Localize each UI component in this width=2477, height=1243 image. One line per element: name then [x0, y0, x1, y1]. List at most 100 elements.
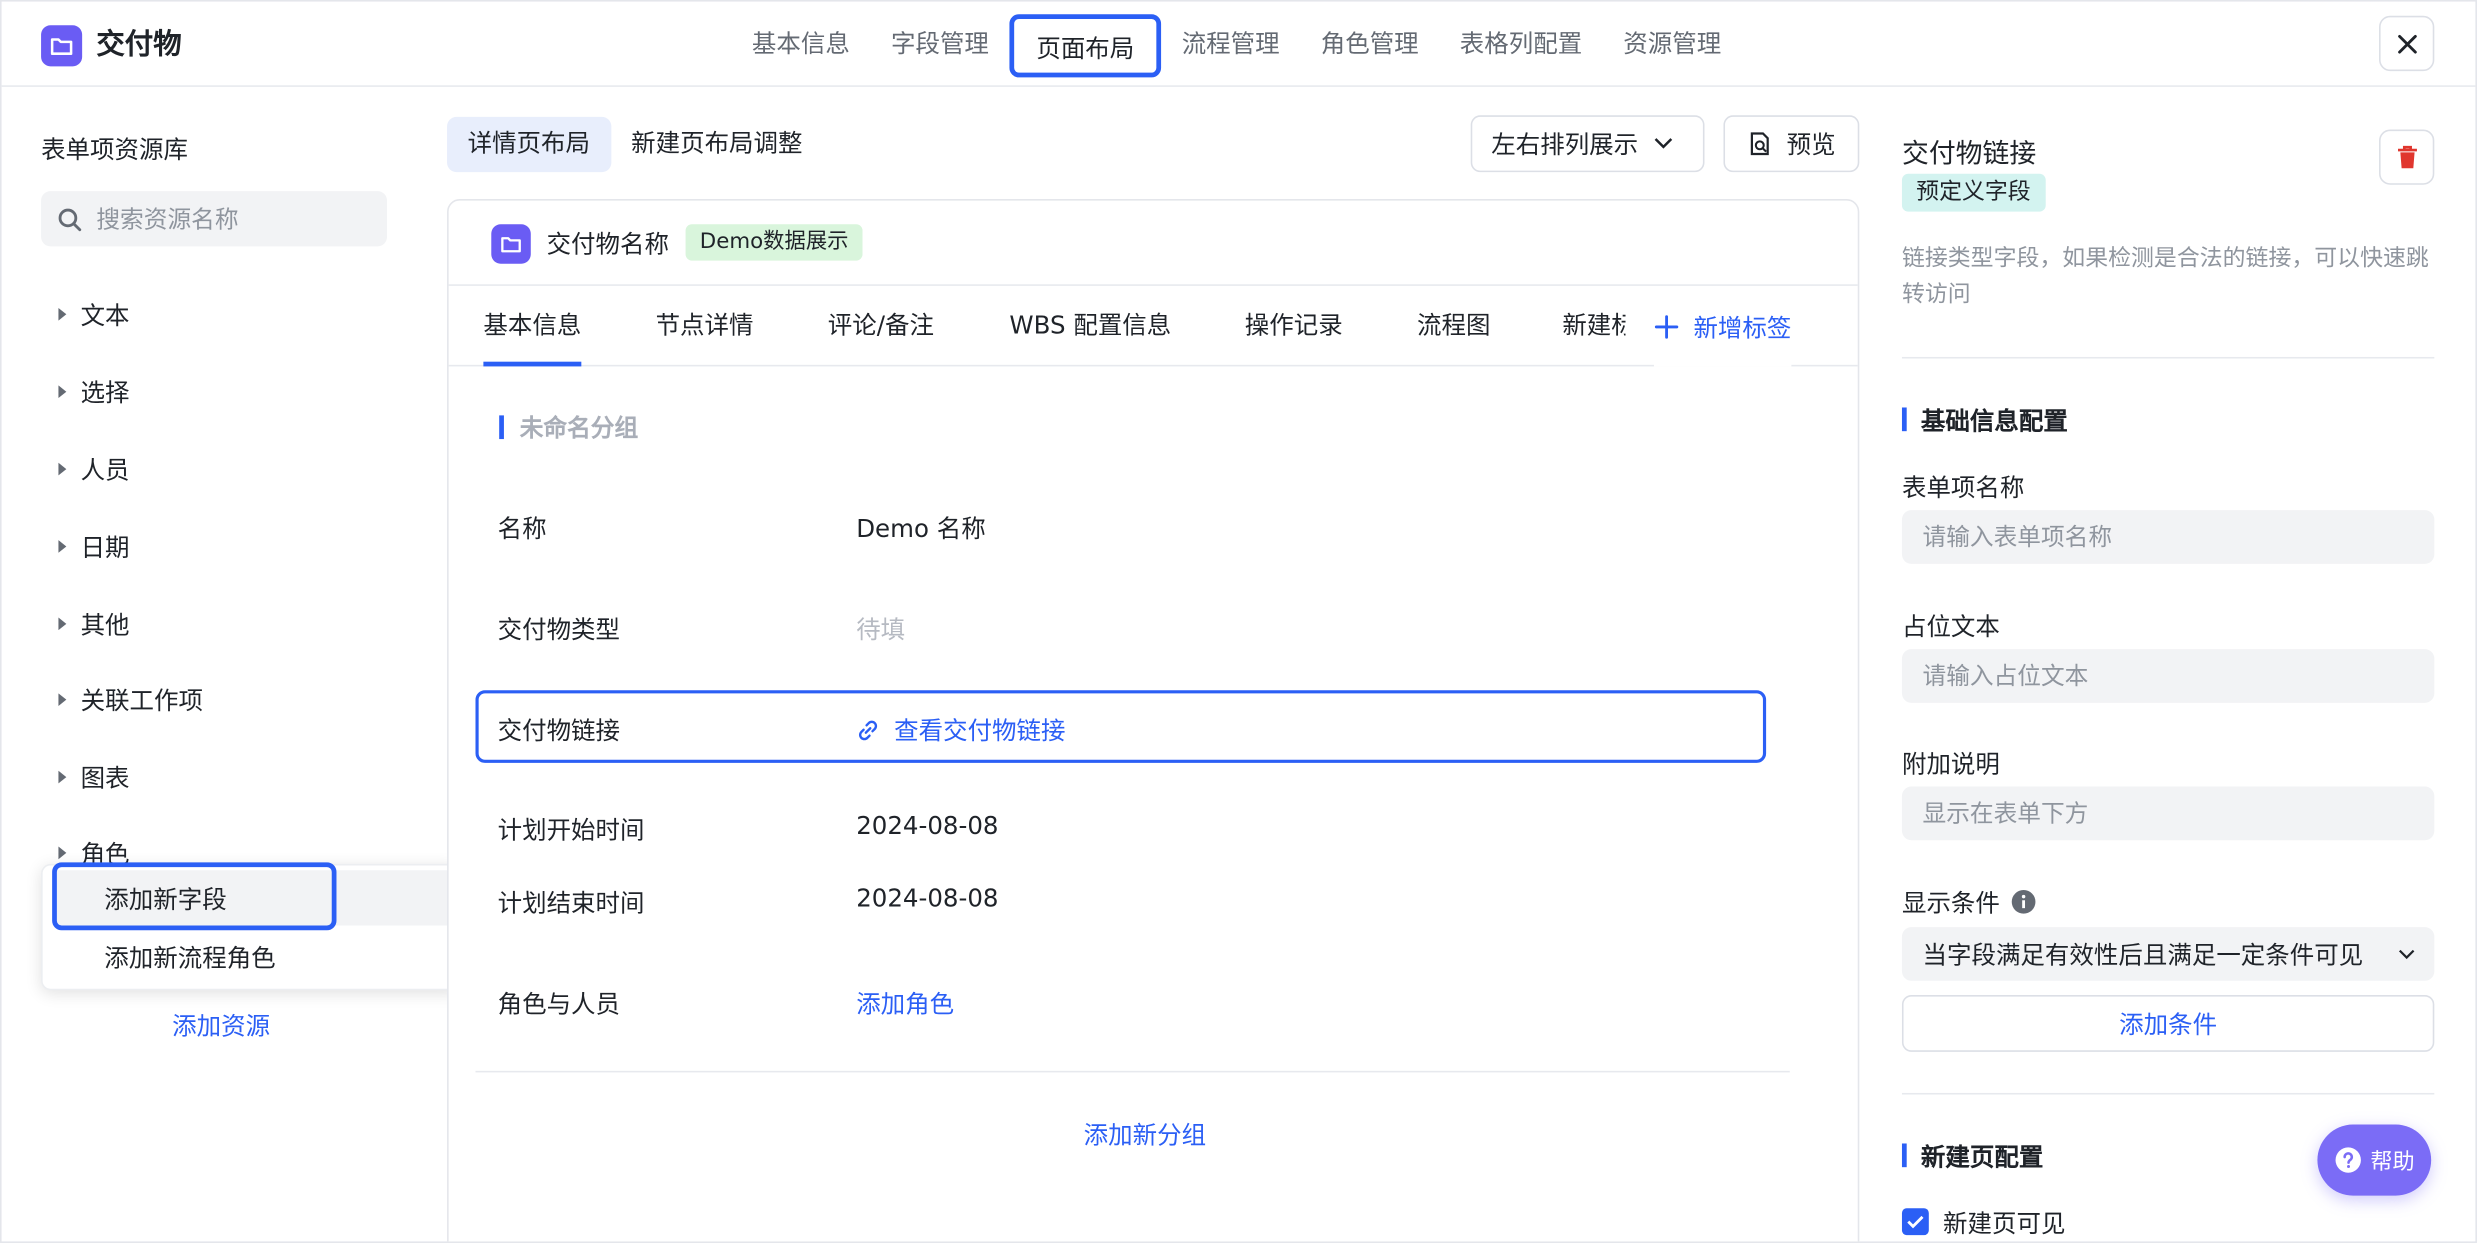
category-other[interactable]: 其他 — [58, 605, 130, 643]
new-page-visible-label: 新建页可见 — [1943, 1209, 2066, 1239]
field-label: 角色与人员 — [497, 990, 621, 1019]
field-label: 名称 — [497, 514, 547, 544]
form-item-name-label: 表单项名称 — [1901, 473, 2025, 503]
add-resource-link[interactable]: 添加资源 — [172, 1008, 270, 1043]
tab-detail-layout[interactable]: 详情页布局 — [447, 116, 611, 173]
tab-page-layout[interactable]: 页面布局 — [1009, 14, 1162, 78]
folder-icon — [41, 25, 83, 67]
check-icon — [1907, 1215, 1924, 1229]
extra-note-label: 附加说明 — [1901, 750, 2000, 779]
tab-resource-management[interactable]: 资源管理 — [1603, 14, 1742, 77]
add-condition-button[interactable]: 添加条件 — [1901, 995, 2435, 1052]
detail-tab-new[interactable]: 新建标 — [1562, 287, 1625, 366]
help-label: 帮助 — [2370, 1149, 2415, 1175]
demo-badge: Demo数据展示 — [685, 224, 863, 261]
field-row-deliverable-link[interactable]: 交付物链接 查看交付物链接 — [475, 690, 1767, 763]
tab-role-management[interactable]: 角色管理 — [1300, 14, 1439, 77]
close-button[interactable] — [2379, 15, 2435, 72]
field-value: Demo 名称 — [856, 514, 986, 544]
caret-right-icon — [58, 307, 67, 321]
display-condition-value: 当字段满足有效性后且满足一定条件可见 — [1922, 941, 2364, 970]
field-row-plan-start[interactable]: 计划开始时间 2024-08-08 — [475, 793, 1766, 862]
detail-tab-node-details[interactable]: 节点详情 — [656, 287, 754, 366]
link-icon — [858, 719, 878, 740]
field-config-title: 交付物链接 — [1901, 138, 2037, 171]
divider — [448, 284, 1858, 286]
preview-button[interactable]: 预览 — [1723, 115, 1860, 173]
category-chart[interactable]: 图表 — [58, 758, 130, 796]
detail-tab-operation-log[interactable]: 操作记录 — [1245, 287, 1343, 366]
layout-preview-card: 交付物名称 Demo数据展示 基本信息 节点详情 评论/备注 WBS 配置信息 … — [447, 199, 1860, 1242]
plus-icon — [1654, 315, 1679, 339]
add-tab-label: 新增标签 — [1693, 314, 1792, 343]
add-tab-button[interactable]: 新增标签 — [1653, 287, 1792, 367]
field-link[interactable]: 查看交付物链接 — [856, 712, 1066, 747]
section-title-new-page: 新建页配置 — [1920, 1143, 2044, 1172]
menu-item-add-workflow-role[interactable]: 添加新流程角色 — [54, 929, 452, 984]
delete-button[interactable] — [2379, 129, 2435, 185]
form-item-name-input[interactable] — [1901, 510, 2435, 564]
header-bar: 交付物 基本信息 字段管理 页面布局 流程管理 角色管理 表格列配置 资源管理 — [1, 2, 2476, 87]
field-value: 待填 — [856, 615, 906, 645]
field-description: 链接类型字段，如果检测是合法的链接，可以快速跳转访问 — [1901, 246, 2429, 308]
search-input[interactable] — [96, 204, 365, 233]
detail-tab-flowchart[interactable]: 流程图 — [1417, 287, 1490, 366]
category-person[interactable]: 人员 — [58, 450, 130, 488]
field-row-name[interactable]: 名称 Demo 名称 — [475, 491, 1766, 560]
tab-workflow-management[interactable]: 流程管理 — [1161, 14, 1300, 77]
arrangement-select[interactable]: 左右排列展示 — [1470, 115, 1705, 173]
help-button[interactable]: 帮助 — [2317, 1124, 2432, 1196]
divider — [1901, 1092, 2435, 1095]
tab-basic-info[interactable]: 基本信息 — [731, 14, 870, 77]
tab-field-management[interactable]: 字段管理 — [870, 14, 1009, 77]
display-condition-select[interactable]: 当字段满足有效性后且满足一定条件可见 — [1901, 927, 2435, 981]
placeholder-text-label: 占位文本 — [1901, 612, 2000, 642]
caret-right-icon — [58, 693, 67, 706]
field-label: 计划开始时间 — [497, 816, 645, 845]
caret-right-icon — [58, 385, 67, 399]
arrangement-value: 左右排列展示 — [1491, 131, 1639, 160]
info-icon[interactable] — [2011, 889, 2036, 914]
placeholder-text-input[interactable] — [1901, 649, 2435, 703]
caret-right-icon — [58, 462, 67, 476]
folder-icon — [491, 224, 531, 264]
chevron-down-icon — [1654, 138, 1673, 149]
detail-tab-comments[interactable]: 评论/备注 — [828, 287, 934, 366]
caret-right-icon — [58, 846, 67, 860]
new-page-visible-checkbox[interactable] — [1901, 1208, 1929, 1236]
add-resource-dropdown: 添加新字段 添加新流程角色 — [41, 863, 462, 991]
resource-library-title: 表单项资源库 — [41, 135, 189, 165]
field-row-roles[interactable]: 角色与人员 添加角色 — [475, 967, 1766, 1036]
divider — [1901, 356, 2435, 359]
question-icon — [2334, 1147, 2361, 1173]
search-icon — [58, 207, 82, 231]
field-label: 计划结束时间 — [497, 889, 645, 918]
add-role-link[interactable]: 添加角色 — [856, 986, 954, 1021]
detail-tab-basic-info[interactable]: 基本信息 — [483, 287, 582, 367]
tab-table-column-config[interactable]: 表格列配置 — [1439, 14, 1603, 77]
chevron-down-icon — [2398, 949, 2415, 959]
field-row-deliverable-type[interactable]: 交付物类型 待填 — [475, 592, 1766, 661]
section-accent-bar — [1901, 407, 1907, 432]
top-nav: 基本信息 字段管理 页面布局 流程管理 角色管理 表格列配置 资源管理 — [731, 14, 1742, 78]
add-group-link[interactable]: 添加新分组 — [1084, 1117, 1206, 1152]
category-date[interactable]: 日期 — [58, 528, 130, 566]
menu-item-add-new-field[interactable]: 添加新字段 — [53, 870, 452, 926]
layout-tabs: 详情页布局 新建页布局调整 — [447, 116, 823, 173]
field-label: 交付物链接 — [497, 717, 621, 746]
category-text[interactable]: 文本 — [58, 295, 130, 333]
preview-label: 预览 — [1786, 131, 1836, 160]
tab-create-layout[interactable]: 新建页布局调整 — [611, 117, 823, 172]
app-title: 交付物 — [96, 28, 182, 62]
trash-icon — [2397, 145, 2417, 169]
close-icon — [2397, 34, 2416, 53]
extra-note-input[interactable] — [1901, 786, 2435, 841]
field-row-plan-end[interactable]: 计划结束时间 2024-08-08 — [475, 866, 1766, 935]
category-select[interactable]: 选择 — [58, 373, 130, 411]
detail-tab-wbs-config[interactable]: WBS 配置信息 — [1009, 287, 1171, 366]
detail-tabs: 基本信息 节点详情 评论/备注 WBS 配置信息 操作记录 流程图 新建标 新增… — [448, 287, 1858, 367]
group-accent-bar — [499, 415, 504, 440]
display-condition-label: 显示条件 — [1902, 884, 2036, 919]
resource-search[interactable] — [41, 191, 388, 247]
category-related-workitem[interactable]: 关联工作项 — [58, 681, 203, 719]
